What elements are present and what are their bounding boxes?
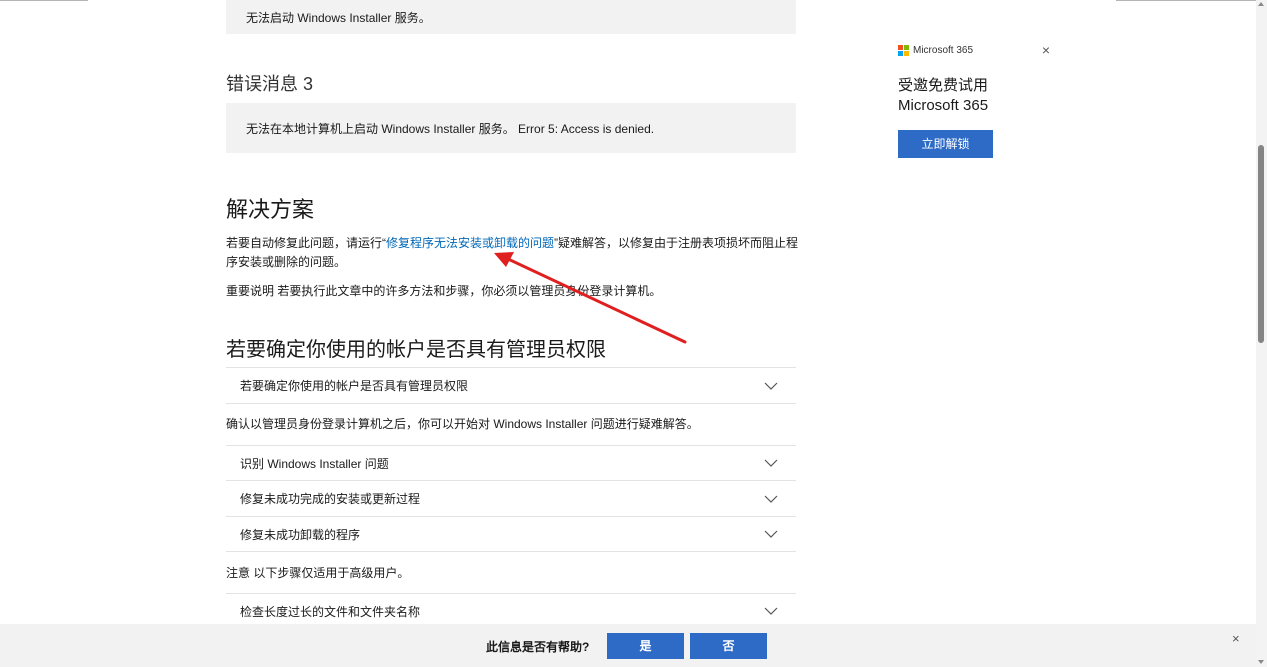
accordion-label: 检查长度过长的文件和文件夹名称 bbox=[240, 604, 421, 619]
logo-square bbox=[898, 44, 903, 50]
solution-heading: 解决方案 bbox=[226, 197, 315, 222]
ad-panel: Microsoft 365 × 受邀免费试用 Microsoft 365 立即解… bbox=[898, 40, 1058, 158]
ad-title-line: 受邀免费试用 bbox=[898, 77, 989, 94]
scroll-down-icon[interactable] bbox=[1258, 660, 1264, 664]
ad-title-line: Microsoft 365 bbox=[898, 97, 989, 114]
accordion-label: 若要确定你使用的帐户是否具有管理员权限 bbox=[240, 379, 469, 393]
logo-square bbox=[898, 50, 903, 56]
accordion-fix-install[interactable]: 修复未成功完成的安装或更新过程 bbox=[226, 480, 796, 517]
solution-text-before: 若要自动修复此问题，请运行“ bbox=[226, 236, 386, 250]
page: 无法启动 Windows Installer 服务。 错误消息 3 无法在本地计… bbox=[0, 0, 1267, 667]
chevron-down-icon bbox=[764, 459, 778, 467]
admin-heading: 若要确定你使用的帐户是否具有管理员权限 bbox=[226, 339, 606, 361]
chevron-down-icon bbox=[764, 495, 778, 503]
logo-square bbox=[904, 44, 909, 50]
microsoft-logo-icon bbox=[898, 44, 909, 56]
ad-brand: Microsoft 365 bbox=[898, 40, 1058, 60]
feedback-question: 此信息是否有帮助? bbox=[486, 640, 590, 654]
logo-square bbox=[904, 50, 909, 56]
chevron-down-icon bbox=[764, 382, 778, 390]
error-3-heading: 错误消息 3 bbox=[226, 74, 314, 94]
accordion-admin-rights[interactable]: 若要确定你使用的帐户是否具有管理员权限 bbox=[226, 367, 796, 404]
accordion-label: 修复未成功完成的安装或更新过程 bbox=[240, 492, 421, 506]
no-button[interactable]: 否 bbox=[690, 633, 767, 659]
accordion-fix-uninstall[interactable]: 修复未成功卸载的程序 bbox=[226, 516, 796, 552]
troubleshooter-link[interactable]: 修复程序无法安装或卸载的问题 bbox=[386, 236, 554, 250]
close-icon[interactable]: × bbox=[1232, 631, 1240, 646]
close-icon[interactable]: × bbox=[1038, 42, 1054, 58]
accordion-label: 识别 Windows Installer 问题 bbox=[240, 456, 389, 471]
yes-button[interactable]: 是 bbox=[607, 633, 684, 659]
admin-paragraph: 确认以管理员身份登录计算机之后，你可以开始对 Windows Installer… bbox=[226, 417, 699, 431]
solution-paragraph: 若要自动修复此问题，请运行“修复程序无法安装或卸载的问题”疑难解答，以修复由于注… bbox=[226, 234, 798, 272]
scroll-up-icon[interactable] bbox=[1258, 2, 1264, 6]
vertical-scrollbar[interactable] bbox=[1256, 0, 1267, 667]
chevron-down-icon bbox=[764, 530, 778, 538]
chevron-down-icon bbox=[764, 607, 778, 615]
accordion-identify-issue[interactable]: 识别 Windows Installer 问题 bbox=[226, 445, 796, 481]
error-message-text: 无法启动 Windows Installer 服务。 bbox=[246, 10, 431, 25]
ad-brand-label: Microsoft 365 bbox=[913, 44, 974, 56]
ad-title: 受邀免费试用 Microsoft 365 bbox=[898, 76, 1058, 116]
scrollbar-thumb[interactable] bbox=[1258, 145, 1264, 343]
error-message-box: 无法启动 Windows Installer 服务。 bbox=[226, 0, 796, 34]
error-message-text: 无法在本地计算机上启动 Windows Installer 服务。 Error … bbox=[246, 121, 655, 136]
important-note: 重要说明 若要执行此文章中的许多方法和步骤，你必须以管理员身份登录计算机。 bbox=[226, 284, 662, 298]
accordion-label: 修复未成功卸载的程序 bbox=[240, 527, 361, 542]
unlock-button[interactable]: 立即解锁 bbox=[898, 130, 993, 158]
error-message-box: 无法在本地计算机上启动 Windows Installer 服务。 Error … bbox=[226, 103, 796, 153]
feedback-bar: 此信息是否有帮助? 是 否 × bbox=[0, 624, 1256, 667]
divider bbox=[0, 0, 88, 1]
advanced-note: 注意 以下步骤仅适用于高级用户。 bbox=[226, 566, 410, 580]
divider bbox=[1116, 0, 1256, 1]
